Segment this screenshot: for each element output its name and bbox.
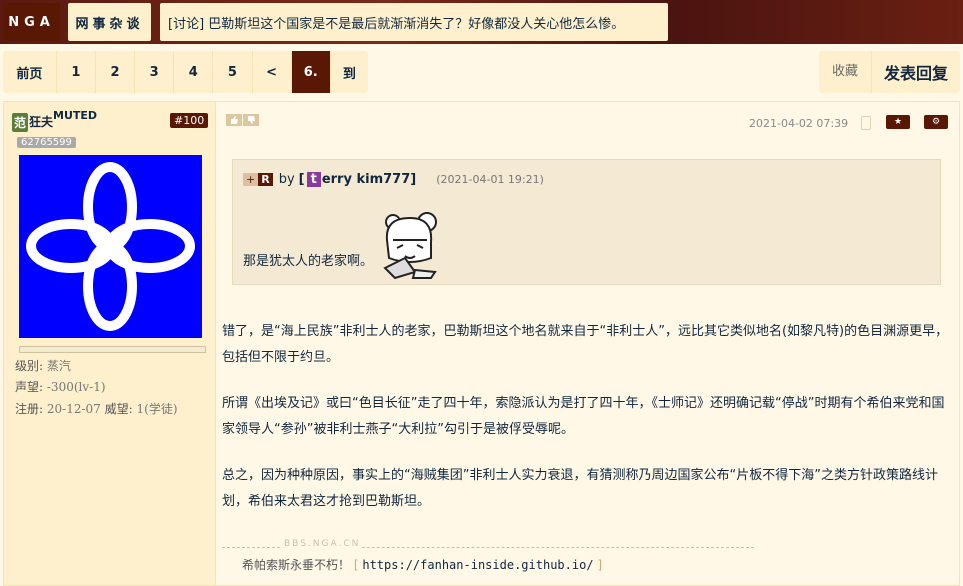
paragraph: 总之，因为种种原因，事实上的“海贼集团”非利士人实力衰退，有猜测称乃周边国家公布… <box>222 468 938 509</box>
signature: 希帕索斯永垂不朽！ [ https://fanhan-inside.github… <box>242 556 602 573</box>
username-row: 范 狂夫 MUTED <box>12 109 97 132</box>
floor-number[interactable]: #100 <box>170 113 209 128</box>
pagination: 前页 1 2 3 4 5 < 6. 到 <box>3 51 368 93</box>
reply-button[interactable]: 发表回复 <box>872 60 960 84</box>
user-reputation: 声望: -300(lv-1) <box>15 380 106 394</box>
quote-block: + R by [ t erry kim777 ] (2021-04-01 19:… <box>232 159 941 285</box>
favorite-button[interactable]: 收藏 <box>819 51 872 93</box>
nga-logo[interactable]: NGA <box>3 3 60 41</box>
post-body: 错了，是“海上民族”非利士人的老家，巴勒斯坦这个地名就来自于“非利士人”，远比其… <box>222 319 950 535</box>
page-2-button[interactable]: 2 <box>96 51 136 93</box>
prev-page-button[interactable]: 前页 <box>3 51 57 93</box>
post: 范 狂夫 MUTED #100 62765599 级别: 蒸汽 声望: -300… <box>3 101 960 586</box>
page-3-button[interactable]: 3 <box>135 51 175 93</box>
quote-expand-button[interactable]: + <box>243 173 259 186</box>
user-level: 级别: 蒸汽 <box>15 359 71 373</box>
goto-page-button[interactable]: 到 <box>331 51 368 93</box>
thread-title[interactable]: [讨论] 巴勒斯坦这个国家是不是最后就渐渐消失了？好像都没人关心他怎么惨。 <box>160 3 668 41</box>
user-registration: 注册: 20-12-07 威望: 1(学徒) <box>15 402 178 416</box>
quote-date: (2021-04-01 19:21) <box>436 173 544 186</box>
quote-bracket-close: ] <box>410 172 417 187</box>
star-icon[interactable]: ★ <box>886 115 910 129</box>
post-date: 2021-04-02 07:39 <box>749 117 849 130</box>
sticker-image <box>375 210 445 280</box>
quote-user-initial: t <box>306 172 321 187</box>
name-badge: 范 <box>12 113 29 132</box>
avatar-clover-icon <box>26 162 195 331</box>
paragraph: 所谓《出埃及记》或曰“色目长征”走了四十年，索隐派认为是打了四十年，《士师记》还… <box>222 396 945 437</box>
gear-icon[interactable]: ⚙ <box>924 115 948 129</box>
page-1-button[interactable]: 1 <box>57 51 96 93</box>
page-4-button[interactable]: 4 <box>174 51 214 93</box>
quote-username[interactable]: erry kim777 <box>322 172 410 187</box>
top-bar: NGA 网事杂谈 [讨论] 巴勒斯坦这个国家是不是最后就渐渐消失了？好像都没人关… <box>0 0 963 44</box>
page-back-button[interactable]: < <box>253 51 292 93</box>
signature-bracket-close: ] <box>597 558 603 572</box>
reputation-bar <box>19 346 206 353</box>
anime-girl-sticker-icon <box>383 212 437 280</box>
quote-reply-link[interactable]: R <box>258 173 273 186</box>
muted-label: MUTED <box>53 109 98 122</box>
attachment-icon[interactable] <box>861 116 871 130</box>
username[interactable]: 狂夫 <box>29 113 53 130</box>
signature-bracket-open: [ <box>353 558 359 572</box>
thumbs-down-icon[interactable] <box>243 114 259 126</box>
user-panel: 范 狂夫 MUTED #100 62765599 级别: 蒸汽 声望: -300… <box>4 102 216 585</box>
signature-text: 希帕索斯永垂不朽！ <box>242 558 351 572</box>
thread-actions: 收藏 发表回复 <box>819 51 960 93</box>
avatar[interactable] <box>19 155 202 338</box>
user-id[interactable]: 62765599 <box>17 137 76 148</box>
page-5-button[interactable]: 5 <box>213 51 253 93</box>
post-content: 2021-04-02 07:39 ★ ⚙ + R by [ t erry kim… <box>216 102 959 585</box>
watermark: BBS.NGA.CN <box>282 539 363 549</box>
quote-bracket-open: [ <box>298 172 305 187</box>
forum-breadcrumb[interactable]: 网事杂谈 <box>68 3 151 41</box>
signature-link[interactable]: https://fanhan-inside.github.io/ <box>362 558 593 572</box>
quote-text: 那是犹太人的老家啊。 <box>243 254 374 269</box>
current-page[interactable]: 6. <box>291 51 331 93</box>
vote-buttons <box>226 114 260 126</box>
quote-by: by <box>278 172 295 187</box>
quote-header: + R by [ t erry kim777 ] (2021-04-01 19:… <box>243 172 544 187</box>
thumbs-up-icon[interactable] <box>226 114 242 126</box>
paragraph: 错了，是“海上民族”非利士人的老家，巴勒斯坦这个地名就来自于“非利士人”，远比其… <box>222 324 949 365</box>
